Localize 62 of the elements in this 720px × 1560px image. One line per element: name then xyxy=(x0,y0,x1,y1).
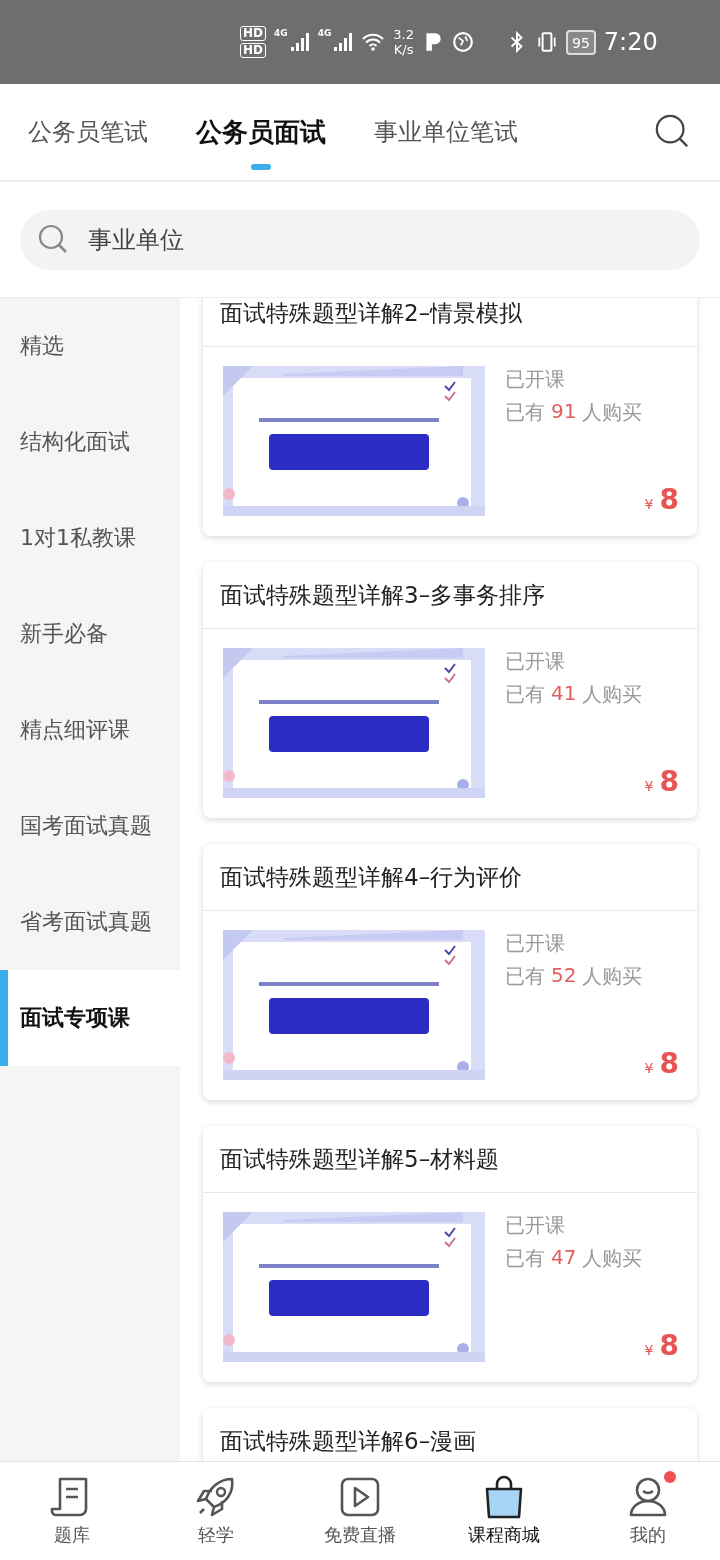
vibrate-icon xyxy=(536,31,558,53)
course-card[interactable]: 面试特殊题型详解5–材料题 已开课 已有 47 人购买 ¥ 8 xyxy=(203,1126,697,1382)
course-status: 已开课 xyxy=(505,648,566,675)
sidebar-item[interactable]: 省考面试真题 xyxy=(0,874,180,970)
course-card[interactable]: 面试特殊题型详解2–情景模拟 已开课 已有 91 人购买 ¥ 8 xyxy=(203,298,697,536)
clock: 7:20 xyxy=(603,28,658,56)
network-label: 4G xyxy=(274,28,288,38)
nav-tab[interactable]: 题库 xyxy=(0,1462,144,1560)
currency-sign: ¥ xyxy=(644,496,654,512)
nav-tab[interactable]: 免费直播 xyxy=(288,1462,432,1560)
wifi-icon xyxy=(361,32,386,52)
nav-tab[interactable]: 轻学 xyxy=(144,1462,288,1560)
course-price: 8 xyxy=(659,765,679,798)
nav-tab[interactable]: 我的 xyxy=(576,1462,720,1560)
sidebar-item[interactable]: 国考面试真题 xyxy=(0,778,180,874)
course-price: 8 xyxy=(659,1047,679,1080)
course-card[interactable]: 面试特殊题型详解3–多事务排序 已开课 已有 41 人购买 ¥ 8 xyxy=(203,562,697,818)
course-status: 已开课 xyxy=(505,366,566,393)
sidebar-item[interactable]: 精选 xyxy=(0,298,180,394)
purchase-label: 已有 xyxy=(505,963,545,990)
currency-sign: ¥ xyxy=(644,1342,654,1358)
category-tab[interactable]: 事业单位笔试 xyxy=(374,94,518,170)
hd-indicator: HD xyxy=(240,26,266,41)
purchase-count: 47 xyxy=(551,1245,577,1271)
category-tab[interactable]: 公务员面试 xyxy=(196,94,326,170)
network-label: 4G xyxy=(317,28,332,38)
play-icon xyxy=(338,1475,382,1519)
purchase-label: 人购买 xyxy=(582,399,643,426)
purchase-count: 41 xyxy=(551,681,577,707)
category-tab[interactable]: 公务员笔试 xyxy=(28,94,148,170)
battery-icon: 95 xyxy=(566,29,596,55)
speed-unit: K/s xyxy=(393,42,414,57)
course-price: 8 xyxy=(659,483,679,516)
purchase-count: 91 xyxy=(551,399,577,425)
course-price: 8 xyxy=(659,1329,679,1362)
course-title: 面试特殊题型详解3–多事务排序 xyxy=(203,562,697,629)
course-title: 面试特殊题型详解4–行为评价 xyxy=(203,844,697,911)
sidebar-item[interactable]: 1对1私教课 xyxy=(0,490,180,586)
purchase-label: 已有 xyxy=(505,681,545,708)
sidebar-item[interactable]: 面试专项课 xyxy=(0,970,180,1066)
currency-sign: ¥ xyxy=(644,778,654,794)
sidebar-item[interactable]: 结构化面试 xyxy=(0,394,180,490)
purchase-label: 已有 xyxy=(505,399,545,426)
signal-icon xyxy=(333,32,354,52)
signal-icon xyxy=(289,32,310,52)
purchase-label: 人购买 xyxy=(582,963,643,990)
course-status: 已开课 xyxy=(505,930,566,957)
purchase-label: 人购买 xyxy=(582,681,643,708)
course-title: 面试特殊题型详解2–情景模拟 xyxy=(203,298,697,347)
course-status: 已开课 xyxy=(505,1212,566,1239)
course-title: 面试特殊题型详解5–材料题 xyxy=(203,1126,697,1193)
currency-sign: ¥ xyxy=(644,1060,654,1076)
course-card[interactable]: 面试特殊题型详解4–行为评价 已开课 已有 52 人购买 ¥ 8 xyxy=(203,844,697,1100)
purchase-count: 52 xyxy=(551,963,577,989)
purchase-label: 已有 xyxy=(505,1245,545,1272)
sidebar-item[interactable]: 新手必备 xyxy=(0,586,180,682)
sidebar-item[interactable]: 精点细评课 xyxy=(0,682,180,778)
search-field[interactable]: 事业单位 xyxy=(20,209,700,270)
purchase-label: 人购买 xyxy=(582,1245,643,1272)
hd-indicator: HD xyxy=(240,43,266,58)
nav-tab[interactable]: 课程商城 xyxy=(432,1462,576,1560)
speed-value: 3.2 xyxy=(393,27,414,42)
